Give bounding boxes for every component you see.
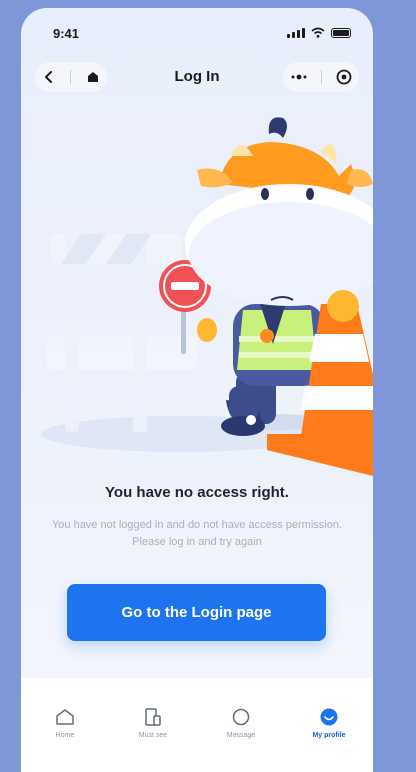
status-bar: 9:41 [21, 8, 373, 54]
bottom-tab-bar: Home Must see Message My profile [21, 678, 373, 772]
home-icon [56, 709, 74, 725]
tab-home[interactable]: Home [30, 708, 100, 772]
tab-label: Home [55, 732, 75, 739]
message-title: You have no access right. [105, 484, 289, 501]
more-icon[interactable] [290, 74, 308, 80]
nav-divider [321, 70, 323, 84]
screen-clip: 9:41 Log In You have no access right. Yo… [21, 8, 373, 772]
document-icon [145, 708, 161, 726]
tab-label: Must see [138, 732, 168, 739]
no-access-illustration [41, 117, 373, 476]
status-icons [287, 27, 351, 38]
barrier-graphic [47, 222, 197, 432]
status-time: 9:41 [53, 26, 80, 41]
profile-icon [320, 708, 338, 726]
no-access-message: You have no access right. You have not l… [21, 484, 373, 551]
message-description: You have not logged in and do not have a… [51, 519, 343, 548]
phone-screen: 9:41 Log In You have no access right. Yo… [21, 8, 373, 772]
close-target-icon[interactable] [336, 69, 352, 85]
nav-right-capsule [283, 62, 359, 92]
wifi-icon [311, 27, 325, 38]
tab-my-profile[interactable]: My profile [294, 708, 364, 772]
message-icon [232, 708, 250, 726]
tab-must-see[interactable]: Must see [118, 708, 188, 772]
signal-icon [287, 27, 305, 38]
tab-label: Message [226, 732, 256, 739]
battery-icon [331, 28, 351, 38]
tab-label: My profile [312, 732, 346, 739]
go-to-login-button[interactable]: Go to the Login page [67, 584, 326, 641]
tab-message[interactable]: Message [206, 708, 276, 772]
nav-bar: Log In [21, 58, 373, 104]
